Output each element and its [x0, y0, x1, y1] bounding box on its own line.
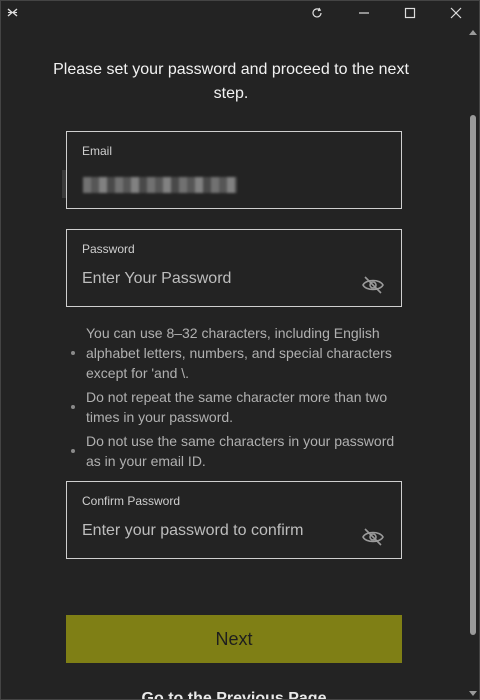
refresh-icon [312, 7, 322, 18]
maximize-button[interactable] [387, 1, 433, 25]
refresh-button[interactable] [294, 1, 340, 25]
email-focus-marker [62, 170, 66, 198]
password-input[interactable] [82, 270, 342, 288]
list-item: Do not use the same characters in your p… [69, 431, 399, 471]
close-button[interactable] [433, 1, 479, 25]
confirm-password-input[interactable] [82, 522, 342, 540]
next-button[interactable]: Next [66, 615, 402, 663]
bullet-icon [71, 449, 75, 453]
app-logo-icon [7, 8, 18, 17]
confirm-password-field[interactable]: Confirm Password [66, 481, 402, 559]
bullet-icon [71, 405, 75, 409]
bullet-icon [71, 351, 75, 355]
minimize-icon [359, 12, 369, 14]
email-field[interactable]: Email [62, 131, 402, 209]
close-icon [450, 7, 462, 19]
previous-page-link[interactable]: Go to the Previous Page [66, 690, 402, 699]
scroll-down-arrow-icon[interactable] [469, 691, 477, 697]
email-value-obscured [83, 177, 237, 193]
list-item: Do not repeat the same character more th… [69, 387, 399, 427]
eye-off-icon[interactable] [361, 274, 385, 296]
password-label: Password [82, 242, 135, 256]
title-bar [1, 1, 479, 25]
list-item: You can use 8–32 characters, including E… [69, 323, 399, 383]
page-heading: Please set your password and proceed to … [53, 61, 409, 102]
password-rules-list: You can use 8–32 characters, including E… [69, 323, 399, 475]
maximize-icon [404, 7, 416, 19]
password-field[interactable]: Password [66, 229, 402, 307]
vertical-scrollbar[interactable] [467, 25, 479, 699]
minimize-button[interactable] [341, 1, 387, 25]
confirm-password-label: Confirm Password [82, 494, 181, 508]
scrollbar-thumb[interactable] [470, 115, 476, 635]
email-label: Email [82, 144, 113, 158]
scroll-up-arrow-icon[interactable] [469, 29, 477, 35]
eye-off-icon[interactable] [361, 526, 385, 548]
app-window: Please set your password and proceed to … [0, 0, 480, 700]
